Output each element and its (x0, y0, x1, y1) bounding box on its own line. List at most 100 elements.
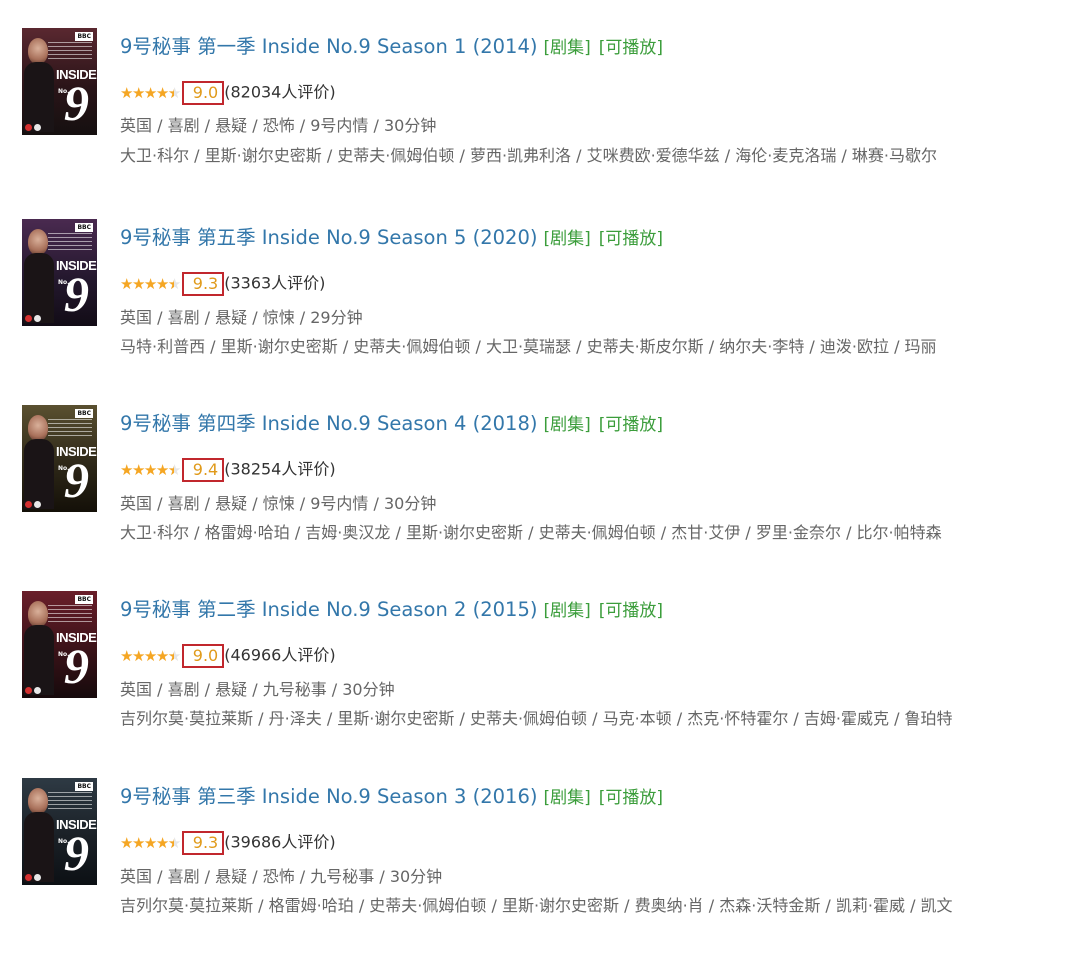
disc-badge (34, 874, 41, 881)
title-line: 9号秘事 第四季 Inside No.9 Season 4 (2018) [剧集]… (120, 409, 663, 439)
poster-thumbnail[interactable]: BBC INSIDE No. 9 (22, 778, 97, 885)
meta-info: 英国 / 喜剧 / 悬疑 / 惊悚 / 9号内情 / 30分钟 (120, 494, 437, 513)
rating-count: (46966人评价) (224, 645, 336, 665)
poster-title-number: 9 (64, 825, 89, 881)
rating-line: ★★★★★9.0(46966人评价) (120, 641, 336, 670)
title-link[interactable]: 9号秘事 第五季 Inside No.9 Season 5 (2020) (120, 226, 537, 249)
poster-figure-body (24, 62, 54, 132)
poster-tagline-decoration (48, 233, 92, 251)
result-item: BBC INSIDE No. 9 9号秘事 第四季 Inside No.9 Se… (0, 405, 1080, 585)
half-star-icon: ★ (168, 456, 181, 484)
poster-thumbnail[interactable]: BBC INSIDE No. 9 (22, 405, 97, 512)
poster-figure-body (24, 625, 54, 695)
star-icon: ★ (155, 274, 169, 293)
tag-playable[interactable]: [可播放] (599, 229, 663, 249)
star-icon: ★ (155, 646, 169, 665)
tag-series[interactable]: [剧集] (543, 601, 590, 621)
rating-count: (38254人评价) (224, 459, 336, 479)
meta-info: 英国 / 喜剧 / 悬疑 / 惊悚 / 29分钟 (120, 308, 363, 327)
rating-score: 9.0 (181, 80, 225, 105)
search-results-list: BBC INSIDE No. 9 9号秘事 第一季 Inside No.9 Se… (0, 0, 1080, 935)
tag-series[interactable]: [剧集] (543, 229, 590, 249)
age-rating-badge (25, 501, 32, 508)
result-item: BBC INSIDE No. 9 9号秘事 第五季 Inside No.9 Se… (0, 219, 1080, 399)
poster-tagline-decoration (48, 792, 92, 810)
title-line: 9号秘事 第一季 Inside No.9 Season 1 (2014) [剧集]… (120, 32, 663, 62)
tag-playable[interactable]: [可播放] (599, 788, 663, 808)
poster-thumbnail[interactable]: BBC INSIDE No. 9 (22, 28, 97, 135)
disc-badge (34, 124, 41, 131)
star-icon: ★ (120, 274, 133, 293)
star-icon: ★ (143, 83, 157, 102)
tag-playable[interactable]: [可播放] (599, 38, 663, 58)
poster-title-number: 9 (64, 452, 89, 508)
half-star-icon: ★ (168, 829, 181, 857)
rating-score: 9.0 (181, 643, 225, 668)
poster-figure-body (24, 812, 54, 882)
tag-series[interactable]: [剧集] (543, 788, 590, 808)
tag-playable[interactable]: [可播放] (599, 601, 663, 621)
cast-list: 大卫·科尔 / 格雷姆·哈珀 / 吉姆·奥汉龙 / 里斯·谢尔史密斯 / 史蒂夫… (120, 523, 942, 542)
result-item: BBC INSIDE No. 9 9号秘事 第三季 Inside No.9 Se… (0, 778, 1080, 958)
rating-line: ★★★★★9.3(39686人评价) (120, 828, 336, 857)
title-link[interactable]: 9号秘事 第三季 Inside No.9 Season 3 (2016) (120, 785, 537, 808)
rating-line: ★★★★★9.4(38254人评价) (120, 455, 336, 484)
star-icon: ★ (143, 646, 157, 665)
rating-badges (25, 124, 45, 131)
half-star-icon: ★ (168, 642, 181, 670)
star-rating: ★★★★★ (120, 642, 181, 670)
star-rating: ★★★★★ (120, 79, 181, 107)
rating-badges (25, 315, 45, 322)
poster-title-number: 9 (64, 266, 89, 322)
channel-logo: BBC (75, 32, 93, 41)
cast-list: 吉列尔莫·莫拉莱斯 / 格雷姆·哈珀 / 史蒂夫·佩姆伯顿 / 里斯·谢尔史密斯… (120, 896, 953, 915)
disc-badge (34, 501, 41, 508)
meta-info: 英国 / 喜剧 / 悬疑 / 恐怖 / 九号秘事 / 30分钟 (120, 867, 443, 886)
disc-badge (34, 687, 41, 694)
poster-figure-head (28, 415, 48, 441)
star-icon: ★ (131, 646, 145, 665)
disc-badge (34, 315, 41, 322)
poster-figure-head (28, 788, 48, 814)
poster-title-number: 9 (64, 638, 89, 694)
title-link[interactable]: 9号秘事 第一季 Inside No.9 Season 1 (2014) (120, 35, 537, 58)
age-rating-badge (25, 874, 32, 881)
star-icon: ★ (155, 83, 169, 102)
title-line: 9号秘事 第三季 Inside No.9 Season 3 (2016) [剧集]… (120, 782, 663, 812)
result-item: BBC INSIDE No. 9 9号秘事 第一季 Inside No.9 Se… (0, 28, 1080, 208)
channel-logo: BBC (75, 595, 93, 604)
rating-badges (25, 501, 45, 508)
star-icon: ★ (143, 460, 157, 479)
poster-figure-body (24, 253, 54, 323)
poster-figure-head (28, 229, 48, 255)
star-icon: ★ (131, 83, 145, 102)
tag-playable[interactable]: [可播放] (599, 415, 663, 435)
tag-series[interactable]: [剧集] (543, 38, 590, 58)
star-icon: ★ (131, 274, 145, 293)
title-link[interactable]: 9号秘事 第二季 Inside No.9 Season 2 (2015) (120, 598, 537, 621)
channel-logo: BBC (75, 409, 93, 418)
age-rating-badge (25, 687, 32, 694)
poster-thumbnail[interactable]: BBC INSIDE No. 9 (22, 591, 97, 698)
tag-series[interactable]: [剧集] (543, 415, 590, 435)
half-star-icon: ★ (168, 79, 181, 107)
cast-list: 大卫·科尔 / 里斯·谢尔史密斯 / 史蒂夫·佩姆伯顿 / 萝西·凯弗利洛 / … (120, 146, 937, 165)
star-icon: ★ (120, 646, 133, 665)
cast-list: 马特·利普西 / 里斯·谢尔史密斯 / 史蒂夫·佩姆伯顿 / 大卫·莫瑞瑟 / … (120, 337, 937, 356)
rating-count: (82034人评价) (224, 82, 336, 102)
poster-thumbnail[interactable]: BBC INSIDE No. 9 (22, 219, 97, 326)
star-icon: ★ (131, 460, 145, 479)
poster-figure-body (24, 439, 54, 509)
star-icon: ★ (131, 833, 145, 852)
title-link[interactable]: 9号秘事 第四季 Inside No.9 Season 4 (2018) (120, 412, 537, 435)
star-icon: ★ (120, 460, 133, 479)
half-star-icon: ★ (168, 270, 181, 298)
rating-badges (25, 687, 45, 694)
star-icon: ★ (155, 833, 169, 852)
channel-logo: BBC (75, 782, 93, 791)
rating-score: 9.4 (181, 457, 225, 482)
age-rating-badge (25, 315, 32, 322)
rating-count: (3363人评价) (224, 273, 326, 293)
star-icon: ★ (120, 833, 133, 852)
star-icon: ★ (143, 833, 157, 852)
